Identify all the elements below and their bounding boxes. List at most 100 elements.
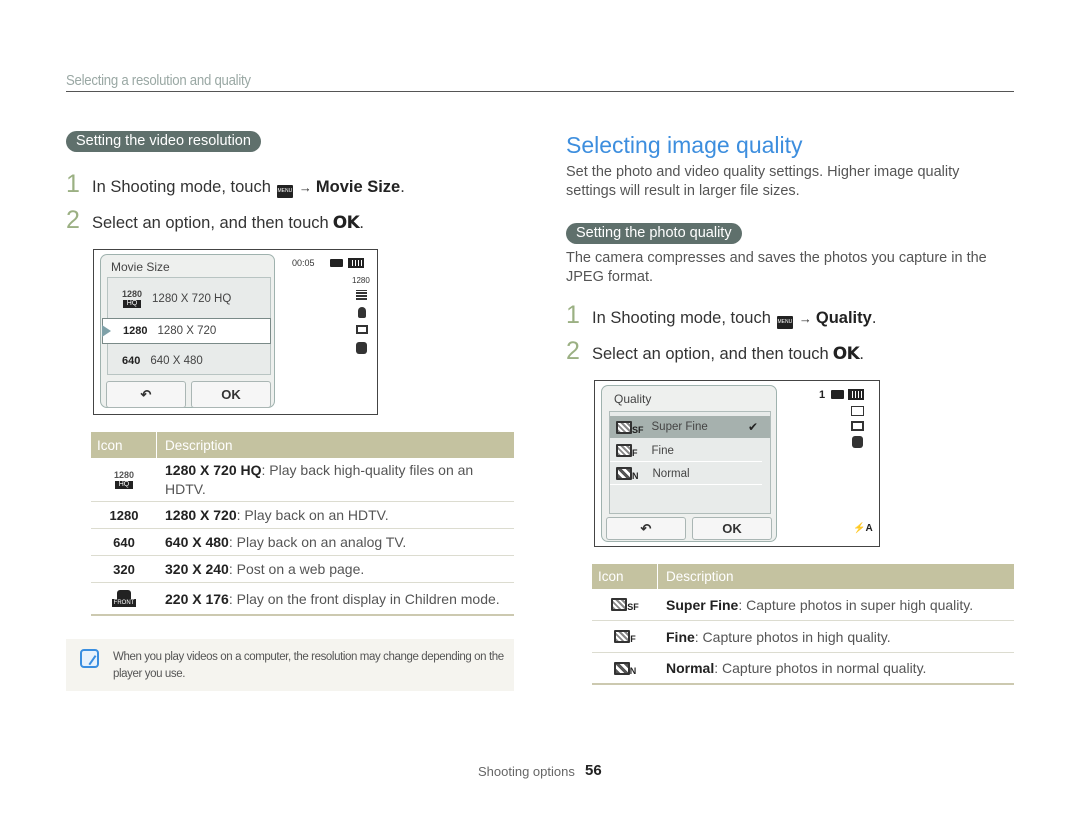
right-step-2: 2 Select an option, and then touch OK .	[566, 337, 864, 366]
step-text: In Shooting mode, touch	[92, 178, 271, 196]
note-text: When you play videos on a computer, the …	[113, 651, 504, 680]
right-step-1: 1 In Shooting mode, touch MENU → Quality…	[566, 301, 876, 330]
desc-cell: Normal: Capture photos in normal quality…	[666, 660, 927, 676]
normal-icon: N	[592, 661, 658, 675]
col-desc-header: Description	[666, 569, 734, 584]
pill-description: The camera compresses and saves the phot…	[566, 250, 987, 285]
photo-size-icon	[851, 406, 864, 416]
checkmark-icon: ✔	[747, 420, 758, 434]
flash-auto-icon: ⚡A	[853, 523, 873, 534]
step-number: 2	[66, 206, 80, 234]
ois-icon	[356, 342, 367, 354]
panel-title: Movie Size	[111, 260, 170, 274]
page-title: Selecting image quality	[566, 132, 803, 158]
ok-icon: OK	[332, 213, 360, 233]
left-step-2: 2 Select an option, and then touch OK .	[66, 206, 364, 235]
recording-time: 00:05	[292, 258, 315, 268]
item-label: 640 X 480	[150, 355, 203, 367]
movie-size-list: 1280 HQ 1280 X 720 HQ 1280 1280 X 720 640…	[102, 277, 271, 375]
quality-list: SF Super Fine ✔ F Fine N Normal	[609, 411, 771, 514]
step-text: Select an option, and then touch	[92, 214, 329, 232]
step-end: .	[359, 214, 364, 232]
table-row: 320 320 X 240: Post on a web page.	[91, 556, 514, 583]
panel-title: Quality	[614, 392, 652, 406]
col-icon-header: Icon	[91, 432, 157, 458]
normal-icon: N	[616, 467, 639, 481]
desc-cell: 320 X 240: Post on a web page.	[165, 561, 365, 577]
table-row: F Fine: Capture photos in high quality.	[592, 621, 1014, 653]
fine-icon: F	[592, 630, 658, 644]
res-1280-icon: 1280	[109, 507, 139, 523]
back-button[interactable]: ↶	[606, 517, 686, 540]
quality-screen: Quality SF Super Fine ✔ F Fine N Normal …	[594, 380, 880, 547]
list-item[interactable]: 640 640 X 480	[108, 348, 270, 374]
list-item[interactable]: N Normal	[610, 463, 762, 485]
desc-cell: Fine: Capture photos in high quality.	[666, 628, 891, 645]
video-resolution-pill: Setting the video resolution	[66, 131, 261, 152]
section-header: Selecting a resolution and quality	[66, 72, 251, 89]
list-item-selected[interactable]: 1280 1280 X 720	[102, 318, 271, 344]
step-target: Quality	[815, 309, 872, 327]
table-row: 1280 1280 X 720: Play back on an HDTV.	[91, 502, 514, 529]
super-fine-icon: SF	[616, 420, 644, 434]
intro-text: Set the photo and video quality settings…	[566, 164, 960, 199]
list-item[interactable]: F Fine	[610, 440, 762, 462]
status-resolution: 1280	[352, 276, 370, 285]
icon-cell: 1280 HQ	[91, 469, 157, 489]
desc-cell: 220 X 176: Play on the front display in …	[165, 590, 500, 607]
col-icon-header: Icon	[592, 564, 658, 589]
desc-cell: 1280 X 720 HQ: Play back high-quality fi…	[165, 461, 474, 497]
step-text: In Shooting mode, touch	[592, 309, 771, 327]
super-fine-icon: SF	[592, 598, 658, 612]
step-target: Movie Size	[315, 178, 401, 196]
arrow-icon: →	[798, 311, 812, 326]
hq-1280-icon: 1280 HQ	[122, 289, 143, 308]
frame-rate-icon	[356, 290, 367, 300]
step-number: 1	[566, 301, 580, 329]
desc-cell: Super Fine: Capture photos in super high…	[666, 596, 974, 613]
menu-icon: MENU	[776, 316, 793, 329]
ok-button[interactable]: OK	[692, 517, 772, 540]
front-display-icon: FRONT	[91, 590, 157, 607]
item-label: 1280 X 720 HQ	[152, 293, 232, 305]
page-number: 56	[585, 762, 602, 779]
item-label: Fine	[651, 444, 674, 457]
metering-icon	[851, 421, 864, 431]
step-text: Select an option, and then touch	[592, 345, 829, 363]
movie-size-panel: Movie Size 1280 HQ 1280 X 720 HQ 1280 128…	[100, 254, 275, 408]
item-label: Super Fine	[651, 421, 708, 433]
metering-icon	[356, 325, 368, 334]
res-640-icon: 640	[122, 355, 141, 367]
note-box: When you play videos on a computer, the …	[66, 639, 514, 691]
quality-table-header: Icon Description	[592, 564, 1014, 589]
photo-quality-pill: Setting the photo quality	[566, 223, 742, 244]
arrow-icon: →	[298, 180, 312, 195]
list-item[interactable]: 1280 HQ 1280 X 720 HQ	[108, 286, 270, 312]
video-table-header: Icon Description	[91, 432, 514, 458]
left-step-1: 1 In Shooting mode, touch MENU → Movie S…	[66, 170, 405, 199]
ok-icon: OK	[832, 344, 860, 364]
fine-icon: F	[616, 444, 638, 458]
table-row: FRONT 220 X 176: Play on the front displ…	[91, 583, 514, 616]
selection-pointer-icon	[102, 325, 111, 337]
back-button[interactable]: ↶	[106, 381, 186, 408]
memory-card-icon	[831, 390, 844, 399]
table-row: 640 640 X 480: Play back on an analog TV…	[91, 529, 514, 556]
table-row: 1280 HQ 1280 X 720 HQ: Play back high-qua…	[91, 458, 514, 502]
res-320-icon: 320	[113, 561, 135, 577]
item-label: Normal	[652, 467, 690, 480]
step-end: .	[400, 178, 405, 196]
res-1280-icon: 1280	[123, 325, 148, 337]
ok-button[interactable]: OK	[191, 381, 271, 408]
step-end: .	[859, 345, 864, 363]
desc-cell: 640 X 480: Play back on an analog TV.	[165, 534, 407, 550]
hq-1280-icon: 1280 HQ	[113, 469, 135, 489]
step-number: 1	[66, 170, 80, 198]
list-item-selected[interactable]: SF Super Fine ✔	[610, 416, 770, 438]
col-desc-header: Description	[165, 437, 233, 453]
header-divider	[66, 91, 1014, 92]
item-label: 1280 X 720	[157, 325, 217, 337]
memory-card-icon	[330, 259, 343, 267]
table-row: N Normal: Capture photos in normal quali…	[592, 653, 1014, 685]
ois-icon	[852, 436, 863, 448]
